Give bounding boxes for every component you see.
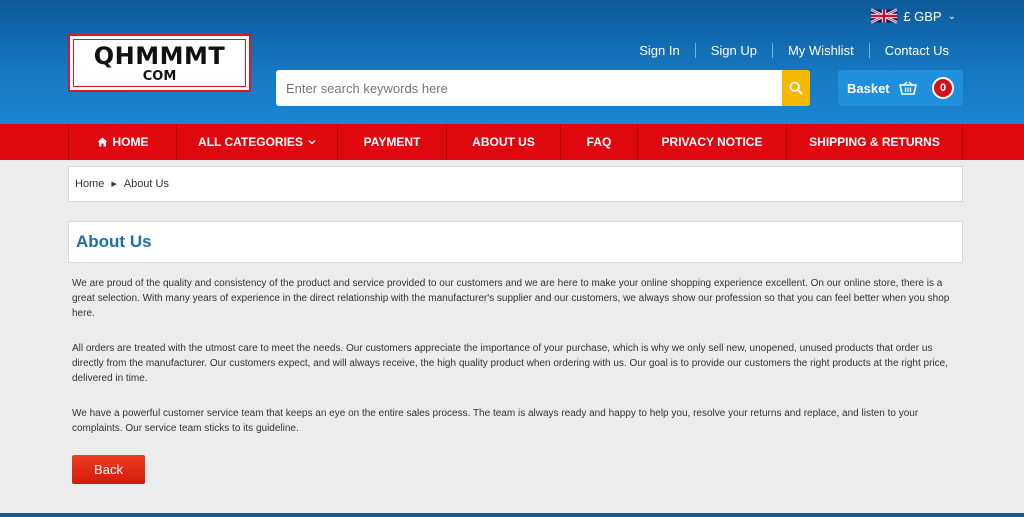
site-header: £ GBP ⌄ QHMMMT COM Sign In Sign Up My Wi… [0, 0, 1024, 124]
nav-item-label: ABOUT US [472, 135, 535, 149]
back-button[interactable]: Back [72, 455, 145, 484]
sign-in-link[interactable]: Sign In [624, 43, 694, 58]
nav-item-label: ALL CATEGORIES [198, 135, 303, 149]
basket-icon [898, 81, 917, 95]
wishlist-link[interactable]: My Wishlist [771, 43, 869, 58]
nav-item-faq[interactable]: FAQ [560, 124, 637, 160]
about-paragraph: We have a powerful customer service team… [72, 408, 919, 434]
search-bar [276, 70, 810, 106]
about-paragraph: We are proud of the quality and consiste… [72, 278, 950, 319]
nav-item-payment[interactable]: PAYMENT [337, 124, 446, 160]
breadcrumb-current: About Us [123, 178, 169, 190]
nav-item-privacy-notice[interactable]: PRIVACY NOTICE [637, 124, 786, 160]
home-icon [97, 137, 107, 147]
nav-item-label: HOME [112, 135, 149, 149]
page-title: About Us [76, 232, 152, 251]
basket-button[interactable]: Basket 0 [838, 70, 963, 106]
nav-item-label: PAYMENT [363, 135, 421, 149]
search-icon [789, 81, 803, 95]
currency-selector[interactable]: £ GBP ⌄ [871, 8, 956, 24]
contact-us-link[interactable]: Contact Us [868, 43, 964, 58]
nav-menu: HOME ALL CATEGORIES PAYMENT ABOUT US FAQ… [68, 124, 963, 160]
logo-subtext: COM [142, 68, 177, 84]
breadcrumb-home-link[interactable]: Home [75, 178, 104, 190]
site-logo[interactable]: QHMMMT COM [68, 34, 251, 92]
caret-right-icon: ▶ [111, 181, 117, 188]
main-nav: HOME ALL CATEGORIES PAYMENT ABOUT US FAQ… [0, 124, 1024, 160]
chevron-down-icon [308, 140, 316, 145]
nav-item-shipping-returns[interactable]: SHIPPING & RETURNS [786, 124, 962, 160]
currency-label: £ GBP [903, 8, 942, 24]
uk-flag-icon [871, 8, 898, 24]
account-links: Sign In Sign Up My Wishlist Contact Us [624, 43, 964, 58]
nav-item-about-us[interactable]: ABOUT US [446, 124, 560, 160]
search-input[interactable] [276, 70, 782, 106]
nav-item-home[interactable]: HOME [69, 124, 176, 160]
sign-up-link[interactable]: Sign Up [694, 43, 772, 58]
footer-bar [0, 513, 1024, 517]
about-content: We are proud of the quality and consiste… [72, 276, 957, 456]
nav-item-label: PRIVACY NOTICE [661, 135, 763, 149]
nav-item-all-categories[interactable]: ALL CATEGORIES [176, 124, 337, 160]
chevron-down-icon: ⌄ [947, 10, 956, 22]
nav-item-label: SHIPPING & RETURNS [809, 135, 940, 149]
nav-item-label: FAQ [586, 135, 612, 149]
basket-label: Basket [847, 80, 890, 96]
basket-count-badge: 0 [932, 77, 954, 99]
logo-frame: QHMMMT COM [73, 39, 246, 87]
page-title-box: About Us [68, 221, 963, 263]
logo-text: QHMMMT [93, 41, 226, 70]
about-paragraph: All orders are treated with the utmost c… [72, 343, 948, 384]
search-button[interactable] [782, 70, 810, 106]
breadcrumb: Home ▶ About Us [68, 166, 963, 202]
